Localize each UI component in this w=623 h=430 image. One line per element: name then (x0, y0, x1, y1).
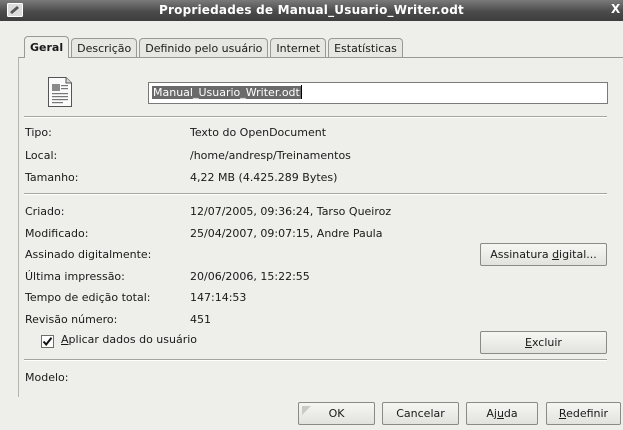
divider (24, 359, 607, 361)
label-mnemonic: A (61, 333, 69, 346)
modified-label: Modificado: (25, 227, 89, 240)
filename-input[interactable]: Manual_Usuario_Writer.odt (148, 82, 608, 104)
divider (24, 116, 607, 118)
modified-value: 25/04/2007, 09:07:15, Andre Paula (190, 227, 383, 240)
template-label: Modelo: (25, 371, 69, 384)
checkmark-icon (42, 337, 53, 347)
revision-value: 451 (190, 313, 211, 326)
location-value: /home/andresp/Treinamentos (190, 149, 351, 162)
created-value: 12/07/2005, 09:36:24, Tarso Queiroz (190, 205, 392, 218)
size-value: 4,22 MB (4.425.289 Bytes) (190, 171, 338, 184)
button-label: xcluir (531, 336, 562, 349)
last-printed-value: 20/06/2006, 15:22:55 (190, 270, 310, 283)
button-label: igital... (559, 248, 597, 261)
text-caret (300, 85, 302, 99)
tab-estatisticas[interactable]: Estatísticas (328, 38, 403, 58)
last-printed-label: Última impressão: (25, 270, 125, 283)
tab-bar: Geral Descrição Definido pelo usuário In… (24, 36, 405, 58)
digital-signature-button[interactable]: Assinatura digital... (480, 243, 607, 266)
tab-descricao[interactable]: Descrição (71, 38, 138, 58)
button-label: OK (328, 407, 345, 420)
button-label: da (503, 407, 518, 420)
filename-value: Manual_Usuario_Writer.odt (152, 86, 301, 99)
button-mnemonic: u (496, 407, 504, 420)
revision-label: Revisão número: (25, 313, 118, 326)
divider (24, 193, 607, 195)
document-icon (47, 76, 73, 108)
type-label: Tipo: (25, 126, 52, 139)
location-label: Local: (25, 149, 58, 162)
tab-geral[interactable]: Geral (24, 36, 70, 58)
title-bar: Propriedades de Manual_Usuario_Writer.od… (0, 0, 623, 21)
ok-button[interactable]: OK (298, 402, 375, 425)
signed-label: Assinado digitalmente: (25, 248, 152, 261)
apply-user-data-checkbox[interactable] (41, 335, 54, 348)
button-mnemonic: d (552, 248, 560, 261)
button-label: Aj (486, 407, 497, 420)
size-label: Tamanho: (25, 171, 79, 184)
button-label: Cancelar (396, 407, 445, 420)
apply-user-data-label[interactable]: Aplicar dados do usuário (61, 333, 197, 347)
delete-button[interactable]: Excluir (480, 331, 607, 354)
button-label: edefinir (566, 407, 609, 420)
default-button-corner (302, 406, 311, 415)
close-icon[interactable]: X (611, 2, 623, 18)
tab-internet[interactable]: Internet (270, 38, 327, 58)
cancel-button[interactable]: Cancelar (382, 402, 459, 425)
label-text: plicar dados do usuário (68, 333, 198, 346)
edit-time-value: 147:14:53 (190, 291, 247, 304)
reset-button[interactable]: Redefinir (546, 402, 621, 425)
created-label: Criado: (25, 205, 65, 218)
edit-time-label: Tempo de edição total: (25, 291, 151, 304)
button-mnemonic: R (558, 407, 567, 420)
type-value: Texto do OpenDocument (190, 126, 327, 139)
help-button[interactable]: Ajuda (466, 402, 538, 425)
button-mnemonic: E (525, 336, 532, 349)
window-title: Propriedades de Manual_Usuario_Writer.od… (159, 3, 464, 17)
button-label: Assinatura (490, 248, 553, 261)
tab-definido-pelo-usuario[interactable]: Definido pelo usuário (139, 38, 269, 58)
